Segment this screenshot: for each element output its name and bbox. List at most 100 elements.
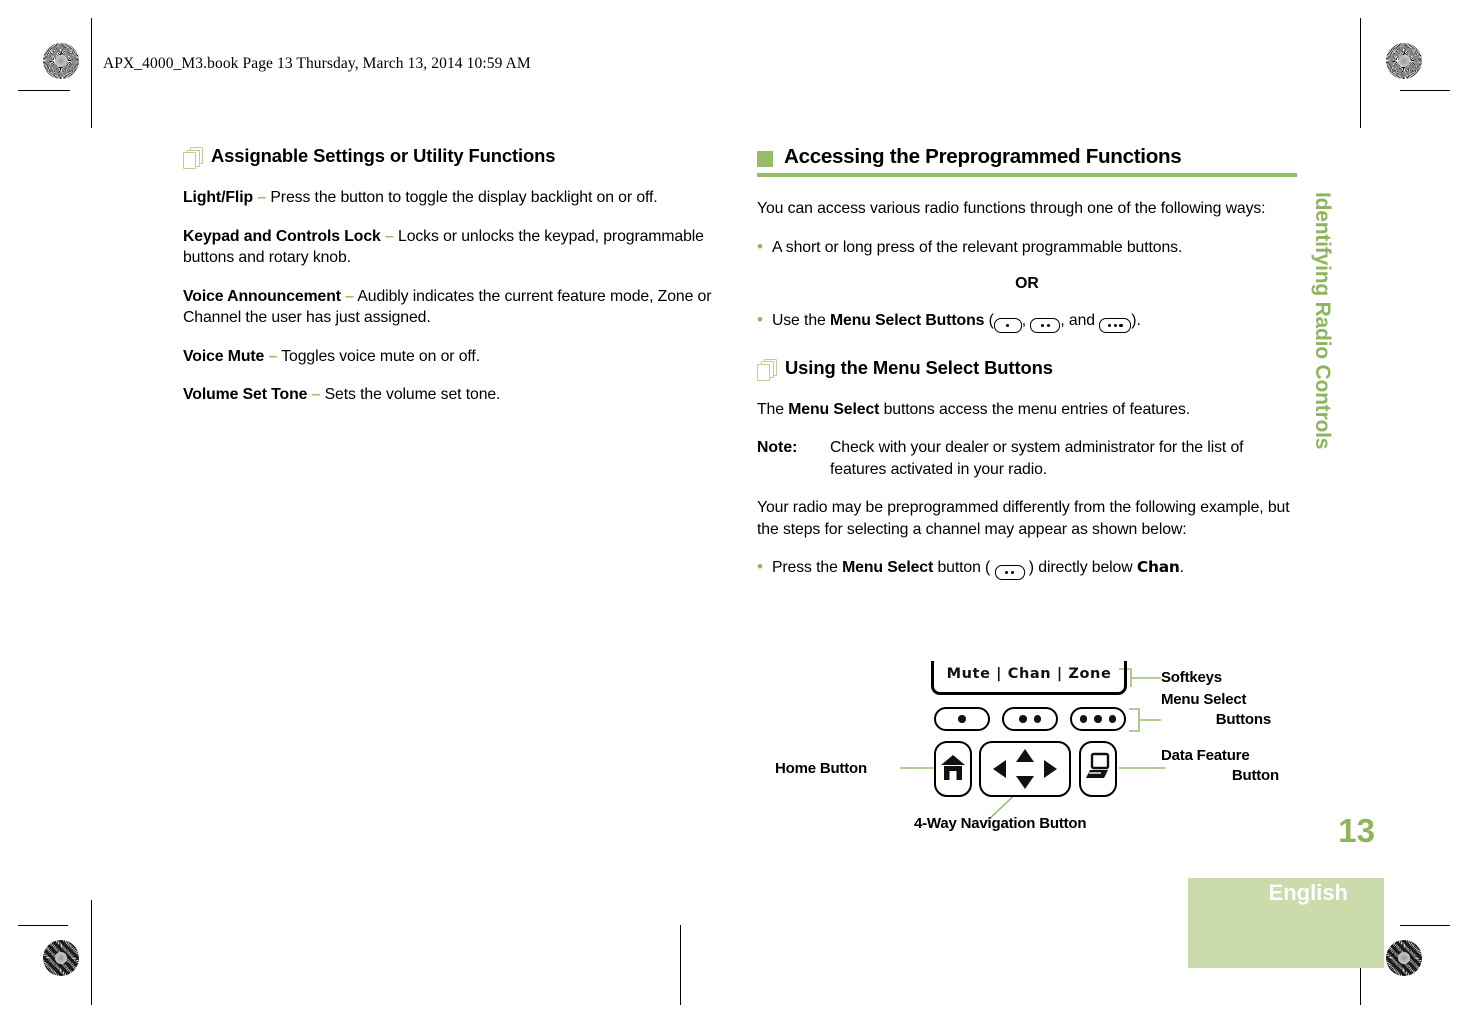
entry-voice-announcement: Voice Announcement – Audibly indicates t…	[183, 286, 715, 329]
diagram-menu-select-button-2[interactable]	[1002, 707, 1058, 731]
entry-dash: –	[268, 347, 278, 365]
label-data-feature-line2: Button	[1231, 767, 1279, 784]
right-sub-heading-text: Using the Menu Select Buttons	[785, 356, 1053, 378]
diagram-menu-select-button-1[interactable]	[934, 707, 990, 731]
radio-controls-diagram: Mute | Chan | Zone Softkeys Menu Select …	[757, 655, 1302, 845]
registration-crosshair-bottom-left-outer	[43, 878, 89, 924]
note-label: Note:	[757, 439, 798, 457]
bullet-dot-icon: •	[757, 310, 763, 329]
para-bold: Menu Select	[788, 400, 880, 418]
bullet-suffix: .	[1179, 559, 1184, 577]
bullet-text: A short or long press of the relevant pr…	[771, 238, 1183, 256]
para-prefix: The	[757, 400, 789, 418]
label-4way-navigation-button: 4-Way Navigation Button	[914, 815, 1087, 832]
bullet-prefix: Use the	[771, 312, 830, 329]
chan-softkey-word: Chan	[1136, 558, 1180, 577]
pages-stack-icon	[757, 358, 777, 382]
bullet-item-short-long-press: • A short or long press of the relevant …	[757, 237, 1297, 259]
menu-select-key-1dot-icon	[993, 317, 1022, 333]
menu-select-paragraph: The Menu Select buttons access the menu …	[757, 399, 1297, 421]
entry-term: Volume Set Tone	[183, 386, 308, 403]
main-heading-text: Accessing the Preprogrammed Functions	[784, 145, 1182, 168]
triangle-right-icon	[1044, 760, 1057, 778]
nav-arrows-group	[993, 749, 1057, 789]
softkey-bar-text: Mute | Chan | Zone	[946, 666, 1112, 682]
menu-select-key-2dot-icon	[994, 565, 1025, 581]
trim-line-right-vertical	[1360, 18, 1361, 128]
left-section-heading: Assignable Settings or Utility Functions	[183, 145, 715, 170]
entry-dash: –	[311, 386, 321, 403]
registration-starburst-bottom-left	[43, 940, 79, 976]
menu-select-key-2dot-icon	[1030, 317, 1061, 333]
home-icon	[941, 755, 965, 780]
registration-crosshair-bottom-left	[103, 938, 149, 984]
label-menu-select-line2: Buttons	[1215, 711, 1271, 728]
or-separator: OR	[1015, 275, 1039, 292]
entry-keypad-controls-lock: Keypad and Controls Lock – Locks or unlo…	[183, 226, 715, 269]
diagram-data-feature-button[interactable]	[1079, 741, 1117, 797]
label-softkeys: Softkeys	[1161, 669, 1222, 686]
trim-line-bottom-left-vertical	[91, 900, 92, 1005]
heading-rule	[757, 173, 1297, 177]
intro-paragraph: You can access various radio functions t…	[757, 200, 1266, 217]
bullet-prefix: Press the	[771, 559, 843, 577]
bullet-mid2: ,	[1021, 312, 1031, 329]
entry-volume-set-tone: Volume Set Tone – Sets the volume set to…	[183, 384, 715, 406]
bullet-text: Use the Menu Select Buttons (, , and ).	[772, 310, 1141, 333]
entry-light-flip: Light/Flip – Press the button to toggle …	[183, 187, 715, 209]
entry-term: Light/Flip	[183, 189, 254, 206]
registration-starburst-top-right	[1386, 43, 1422, 79]
right-column: Accessing the Preprogrammed Functions Yo…	[757, 145, 1297, 597]
entry-dash: –	[345, 287, 354, 305]
main-section-heading: Accessing the Preprogrammed Functions	[757, 145, 1297, 177]
registration-crosshair-top-right-inner	[1326, 40, 1372, 86]
registration-crosshair-top-right	[1386, 105, 1432, 151]
label-data-feature-line1: Data Feature	[1161, 747, 1250, 764]
preprogrammed-paragraph: Your radio may be preprogrammed differen…	[757, 499, 1290, 538]
registration-crosshair-mid-right	[1384, 455, 1430, 501]
bullet-text: Press the Menu Select button ( ) directl…	[771, 557, 1184, 581]
trim-line-left-horizontal	[18, 90, 70, 91]
book-header-line: APX_4000_M3.book Page 13 Thursday, March…	[103, 55, 531, 72]
triangle-left-icon	[993, 760, 1006, 778]
entry-dash: –	[385, 227, 394, 245]
entry-voice-mute: Voice Mute – Toggles voice mute on or of…	[183, 346, 715, 368]
bullet-mid2: ) directly below	[1024, 559, 1137, 577]
menu-select-key-3dot-icon	[1099, 317, 1132, 333]
left-column: Assignable Settings or Utility Functions…	[183, 145, 715, 423]
label-menu-select-line1: Menu Select	[1161, 691, 1247, 708]
bullet-mid: button (	[933, 559, 995, 577]
bullet-suffix: ).	[1131, 312, 1141, 329]
left-section-heading-text: Assignable Settings or Utility Functions	[211, 145, 556, 166]
trim-line-right-horizontal	[1400, 90, 1450, 91]
triangle-up-icon	[1016, 749, 1034, 762]
right-sub-heading: Using the Menu Select Buttons	[757, 357, 1297, 382]
diagram-menu-select-button-3[interactable]	[1070, 707, 1126, 731]
entry-term: Voice Mute	[183, 347, 265, 365]
bullet-bold: Menu Select	[842, 559, 934, 577]
language-label: English	[1268, 880, 1348, 905]
page-number: 13	[1338, 812, 1375, 849]
entry-term: Voice Announcement	[183, 287, 341, 305]
diagram-home-button[interactable]	[934, 741, 972, 797]
note-text: Check with your dealer or system adminis…	[830, 439, 1244, 478]
registration-starburst-top-left	[43, 43, 79, 79]
bullet-bold: Menu Select Buttons	[829, 312, 985, 329]
triangle-down-icon	[1016, 776, 1034, 789]
entry-desc: Press the button to toggle the display b…	[270, 189, 658, 206]
registration-crosshair-top-left	[43, 105, 89, 151]
bullet-item-use-menu-select: • Use the Menu Select Buttons (, , and )…	[757, 310, 1297, 333]
heading-square-icon	[757, 150, 773, 167]
trim-line-bottom-left-horizontal	[18, 925, 68, 926]
laptop-icon	[1086, 752, 1110, 778]
pages-stack-icon	[183, 147, 203, 170]
diagram-navigation-button[interactable]	[979, 741, 1071, 797]
para-suffix: buttons access the menu entries of featu…	[879, 400, 1191, 418]
registration-crosshair-bottom-right-outer	[1386, 878, 1432, 924]
trim-line-center-bottom-vertical	[680, 925, 681, 1005]
bullet-dot-icon: •	[757, 236, 763, 256]
bullet-mid1: (	[984, 312, 994, 329]
label-home-button: Home Button	[775, 760, 867, 777]
entry-desc: Sets the volume set tone.	[324, 386, 501, 403]
registration-starburst-bottom-right	[1386, 940, 1422, 976]
